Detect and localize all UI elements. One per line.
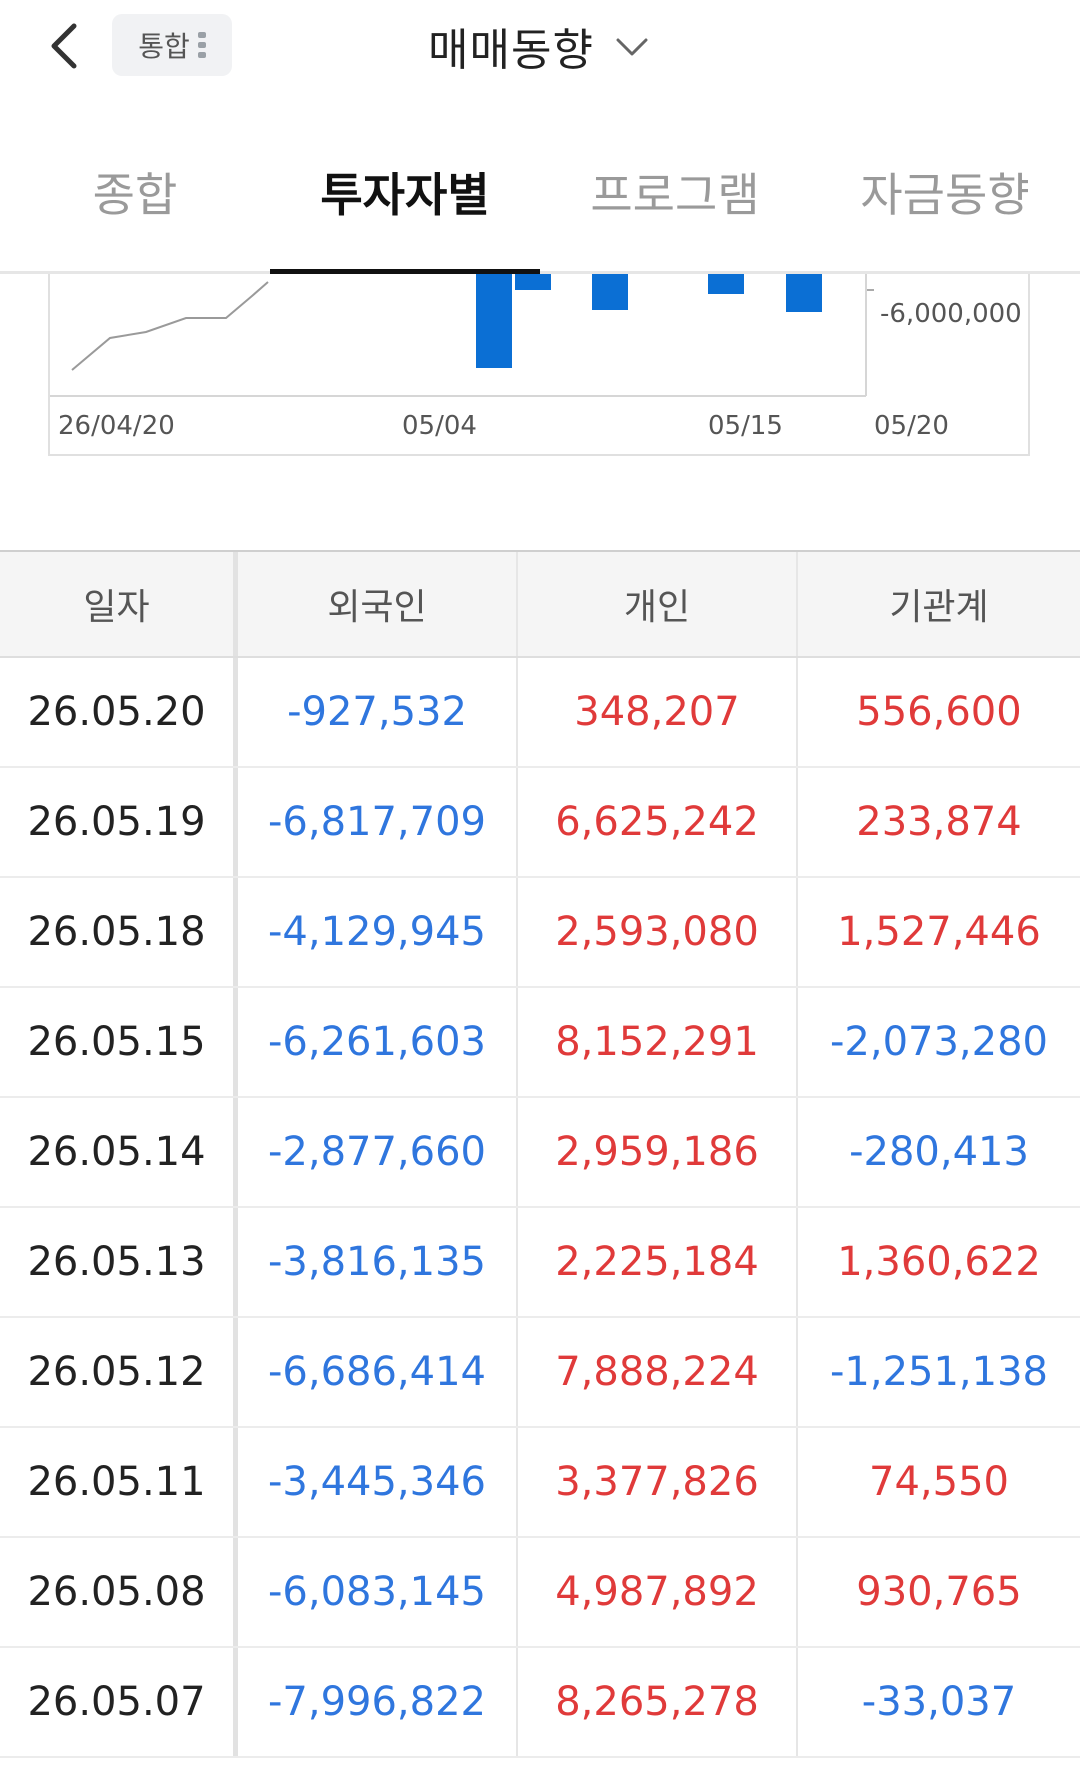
table-row[interactable]: 26.05.13 -3,816,135 2,225,184 1,360,622	[0, 1208, 1080, 1318]
cell-date: 26.05.18	[0, 878, 238, 986]
cell-date: 26.05.13	[0, 1208, 238, 1316]
cell-individual: 2,225,184	[518, 1208, 798, 1316]
cell-institution: -2,073,280	[829, 1019, 1048, 1065]
table-row[interactable]: 26.05.18 -4,129,945 2,593,080 1,527,446	[0, 878, 1080, 988]
cell-foreign: -6,686,414	[238, 1318, 518, 1426]
cell-date: 26.05.14	[0, 1098, 238, 1206]
chevron-down-icon	[612, 26, 652, 66]
cell-institution: 1,527,446	[837, 909, 1041, 955]
cumulative-line	[71, 281, 269, 371]
cell-date: 26.05.15	[0, 988, 238, 1096]
page-title: 매매동향	[428, 25, 594, 76]
column-header-institution: 기관계	[889, 587, 989, 628]
cell-foreign: -3,445,346	[238, 1428, 518, 1536]
cell-foreign: -4,129,945	[238, 878, 518, 986]
cell-individual: 348,207	[518, 658, 798, 766]
cell-date: 26.05.20	[0, 658, 238, 766]
x-tick-label: 26/04/20	[58, 411, 175, 441]
cell-individual: 8,152,291	[518, 988, 798, 1096]
tab-fund-flow[interactable]: 자금동향	[810, 130, 1080, 271]
cell-foreign: -6,817,709	[238, 768, 518, 876]
cell-institution: 233,874	[856, 799, 1022, 845]
cell-individual: 2,593,080	[518, 878, 798, 986]
cell-foreign: -2,877,660	[238, 1098, 518, 1206]
cell-foreign: -7,996,822	[238, 1648, 518, 1756]
cell-individual: 6,625,242	[518, 768, 798, 876]
table-row[interactable]: 26.05.19 -6,817,709 6,625,242 233,874	[0, 768, 1080, 878]
cell-date: 26.05.12	[0, 1318, 238, 1426]
table-body: 26.05.20 -927,532 348,207 556,600 26.05.19 -6…	[0, 658, 1080, 1758]
cell-institution: 74,550	[869, 1459, 1009, 1505]
cell-individual: 2,959,186	[518, 1098, 798, 1206]
top-app-bar: 통합 매매동향	[0, 0, 1080, 92]
table-row[interactable]: 26.05.15 -6,261,603 8,152,291 -2,073,280	[0, 988, 1080, 1098]
tab-program[interactable]: 프로그램	[540, 130, 810, 271]
tab-bar: 종합 투자자별 프로그램 자금동향	[0, 130, 1080, 274]
cell-institution: -280,413	[849, 1129, 1029, 1175]
cell-institution: -33,037	[861, 1679, 1017, 1725]
table-header-row: 일자 외국인 개인 기관계	[0, 550, 1080, 658]
cell-foreign: -6,083,145	[238, 1538, 518, 1646]
cell-institution: 1,360,622	[837, 1239, 1041, 1285]
cell-foreign: -6,261,603	[238, 988, 518, 1096]
cell-institution: 556,600	[856, 689, 1022, 735]
column-header-individual: 개인	[518, 552, 798, 656]
investor-trend-chart: -6,000,000 26/04/20 05/04 05/15 05/20	[48, 274, 1030, 456]
page-title-dropdown[interactable]: 매매동향	[0, 8, 1080, 84]
bar-0505	[515, 274, 551, 290]
cell-institution: 930,765	[856, 1569, 1022, 1615]
cell-individual: 8,265,278	[518, 1648, 798, 1756]
cell-individual: 4,987,892	[518, 1538, 798, 1646]
cell-institution: -1,251,138	[829, 1349, 1048, 1395]
cell-date: 26.05.11	[0, 1428, 238, 1536]
cell-foreign: -927,532	[238, 658, 518, 766]
chart-canvas: -6,000,000 26/04/20 05/04 05/15 05/20	[50, 274, 1022, 441]
cell-individual: 3,377,826	[518, 1428, 798, 1536]
y-tick-label: -6,000,000	[880, 299, 1022, 329]
cell-individual: 7,888,224	[518, 1318, 798, 1426]
tab-by-investor[interactable]: 투자자별	[270, 130, 540, 274]
table-row[interactable]: 26.05.20 -927,532 348,207 556,600	[0, 658, 1080, 768]
table-row[interactable]: 26.05.08 -6,083,145 4,987,892 930,765	[0, 1538, 1080, 1648]
table-row[interactable]: 26.05.07 -7,996,822 8,265,278 -33,037	[0, 1648, 1080, 1758]
bar-0504	[476, 274, 512, 368]
cell-foreign: -3,816,135	[238, 1208, 518, 1316]
x-tick-label: 05/04	[402, 411, 477, 441]
table-row[interactable]: 26.05.12 -6,686,414 7,888,224 -1,251,138	[0, 1318, 1080, 1428]
table-row[interactable]: 26.05.14 -2,877,660 2,959,186 -280,413	[0, 1098, 1080, 1208]
bar-0518	[786, 274, 822, 312]
x-tick-label: 05/15	[708, 411, 783, 441]
x-tick-label: 05/20	[874, 411, 949, 441]
investor-trade-table: 일자 외국인 개인 기관계 26.05.20 -927,532 348,207 556…	[0, 550, 1080, 1758]
cell-date: 26.05.07	[0, 1648, 238, 1756]
cell-date: 26.05.19	[0, 768, 238, 876]
cell-date: 26.05.08	[0, 1538, 238, 1646]
table-row[interactable]: 26.05.11 -3,445,346 3,377,826 74,550	[0, 1428, 1080, 1538]
column-header-foreign: 외국인	[238, 552, 518, 656]
column-header-date: 일자	[0, 552, 238, 656]
tab-summary[interactable]: 종합	[0, 130, 270, 271]
bar-0515	[708, 274, 744, 294]
bar-0507	[592, 274, 628, 310]
